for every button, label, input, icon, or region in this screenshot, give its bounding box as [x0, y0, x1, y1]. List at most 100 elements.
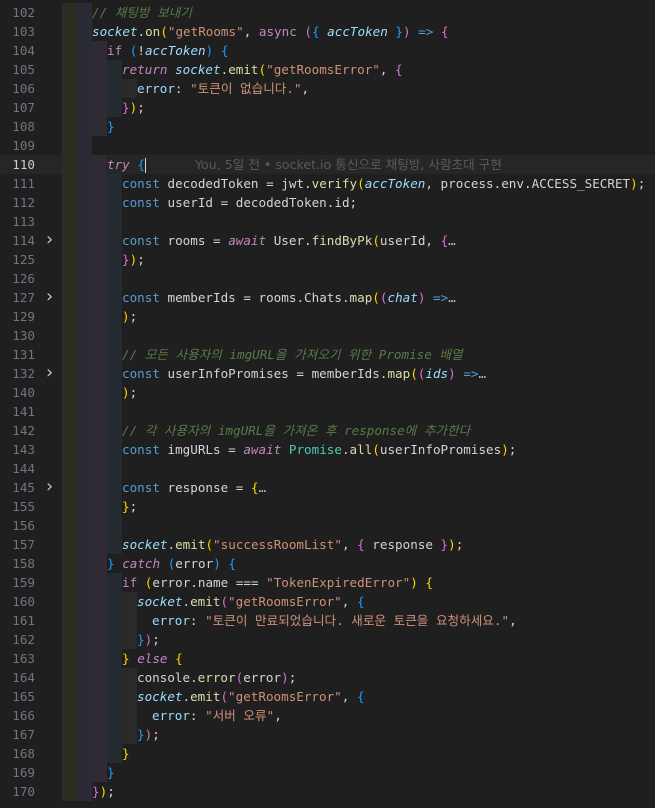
folded-ellipsis[interactable]: … — [448, 290, 456, 305]
code-line[interactable]: 112 const userId = decodedToken.id; — [0, 193, 655, 212]
code-line[interactable]: 157 socket.emit("successRoomList", { resp… — [0, 535, 655, 554]
code-token: } — [122, 100, 130, 115]
code-line[interactable]: 169} — [0, 763, 655, 782]
code-token: async — [258, 24, 297, 39]
code-line[interactable]: 125}); — [0, 250, 655, 269]
code-line[interactable]: 129); — [0, 307, 655, 326]
code-line[interactable]: 160 socket.emit("getRoomsError", { — [0, 592, 655, 611]
gutter: 145 › — [0, 478, 62, 497]
code-text: socket.on("getRooms", async ({ accToken … — [92, 22, 449, 41]
code-line[interactable]: 107}); — [0, 98, 655, 117]
code-line[interactable]: 130 — [0, 326, 655, 345]
gutter: 132 › — [0, 364, 62, 383]
code-token: accToken — [327, 24, 388, 39]
code-line[interactable]: 142 // 각 사용자의 imgURL을 가져온 후 response에 추가한… — [0, 421, 655, 440]
code-line[interactable]: 159 if (error.name === "TokenExpiredError… — [0, 573, 655, 592]
code-line[interactable]: 110 try {You, 5일 전 • socket.io 통신으로 채팅방, … — [0, 155, 655, 174]
code-editor[interactable]: 102// 채팅방 보내기 103 socket.on("getRooms", as… — [0, 0, 655, 808]
code-line[interactable]: 132 › const userInfoPromises = memberIds.m… — [0, 364, 655, 383]
code-token: ; — [152, 632, 160, 647]
line-number: 159 — [12, 575, 35, 590]
line-number: 155 — [12, 499, 35, 514]
fold-chevron-right-icon[interactable]: › — [44, 231, 55, 249]
code-token: try — [107, 157, 130, 172]
code-line[interactable]: 167}); — [0, 725, 655, 744]
code-line[interactable]: 127 › const memberIds = rooms.Chats.map((c… — [0, 288, 655, 307]
gutter: 130 — [0, 326, 62, 345]
line-number: 156 — [12, 518, 35, 533]
code-text: const memberIds = rooms.Chats.map((chat)… — [122, 288, 456, 307]
code-token: : — [189, 708, 206, 723]
line-number: 168 — [12, 746, 35, 761]
code-text: // 채팅방 보내기 — [92, 3, 192, 22]
code-token: memberIds — [167, 290, 236, 305]
code-line[interactable]: 161 error: "토큰이 만료되었습니다. 새로운 토큰을 요청하세요.", — [0, 611, 655, 630]
code-line[interactable]: 103 socket.on("getRooms", async ({ accTok… — [0, 22, 655, 41]
code-token: , — [274, 708, 282, 723]
code-token: { — [440, 24, 449, 39]
code-line[interactable]: 145 › const response = {… — [0, 478, 655, 497]
code-token: ) — [122, 385, 130, 400]
code-line[interactable]: 104 if (!accToken) { — [0, 41, 655, 60]
code-line[interactable]: 108} — [0, 117, 655, 136]
code-line[interactable]: 155}; — [0, 497, 655, 516]
code-line[interactable]: 168} — [0, 744, 655, 763]
code-text: const rooms = await User.findByPk(userId… — [122, 231, 456, 250]
code-token: socket — [175, 62, 221, 77]
code-line[interactable]: 105 return socket.emit("getRoomsError", { — [0, 60, 655, 79]
folded-ellipsis[interactable]: … — [478, 366, 486, 381]
code-line[interactable]: 113 — [0, 212, 655, 231]
code-token: , — [243, 24, 259, 39]
gutter: 163 — [0, 649, 62, 668]
fold-chevron-right-icon[interactable]: › — [44, 288, 55, 306]
fold-chevron-right-icon[interactable]: › — [44, 364, 55, 382]
code-line[interactable]: 131 // 모든 사용자의 imgURL을 가져오기 위한 Promise 배열 — [0, 345, 655, 364]
code-line[interactable]: 165 socket.emit("getRoomsError", { — [0, 687, 655, 706]
code-line[interactable]: 143 const imgURLs = await Promise.all(use… — [0, 440, 655, 459]
code-line[interactable]: 163} else { — [0, 649, 655, 668]
code-token: jwt — [281, 176, 305, 191]
code-line[interactable]: 126 — [0, 269, 655, 288]
code-token: ( — [304, 24, 312, 39]
code-line[interactable]: 170}); — [0, 782, 655, 801]
code-line[interactable]: 109 — [0, 136, 655, 155]
code-token: console — [137, 670, 191, 685]
folded-ellipsis[interactable]: … — [259, 480, 267, 495]
line-number: 132 — [12, 366, 35, 381]
code-token: Chats — [304, 290, 342, 305]
fold-chevron-right-icon[interactable]: › — [44, 478, 55, 496]
code-line[interactable]: 102 // 채팅방 보내기 — [0, 3, 655, 22]
code-line[interactable]: 141 — [0, 402, 655, 421]
code-line[interactable]: 156 — [0, 516, 655, 535]
gutter: 143 — [0, 440, 62, 459]
code-token: ( — [220, 689, 229, 704]
gutter: 114 › — [0, 231, 62, 250]
code-line[interactable]: 162}); — [0, 630, 655, 649]
code-token: emit — [175, 537, 206, 552]
git-blame-annotation[interactable]: You, 5일 전 • socket.io 통신으로 채팅방, 사람초대 구현 — [195, 155, 502, 174]
code-text: console.error(error); — [137, 668, 296, 687]
code-token: . — [182, 594, 191, 609]
code-line[interactable]: 114 › const rooms = await User.findByPk(us… — [0, 231, 655, 250]
code-token: ( — [372, 290, 380, 305]
code-line[interactable]: 164 console.error(error); — [0, 668, 655, 687]
folded-ellipsis[interactable]: … — [448, 233, 456, 248]
code-line[interactable]: 166 error: "서버 오류", — [0, 706, 655, 725]
code-token: = — [235, 290, 259, 305]
code-token: "토큰이 없습니다." — [190, 81, 302, 96]
code-token: ids — [425, 366, 449, 381]
code-line[interactable]: 144 — [0, 459, 655, 478]
line-number: 158 — [12, 556, 35, 571]
code-line[interactable]: 140); — [0, 383, 655, 402]
gutter: 111 — [0, 174, 62, 193]
code-line[interactable]: 158} catch (error) { — [0, 554, 655, 573]
code-line[interactable]: 106 error: "토큰이 없습니다.", — [0, 79, 655, 98]
code-token: => — [433, 290, 449, 305]
gutter: 169 — [0, 763, 62, 782]
code-token: } — [92, 784, 100, 799]
code-token: map — [387, 366, 411, 381]
code-line[interactable]: 111 const decodedToken = jwt.verify(accTo… — [0, 174, 655, 193]
code-token: if — [122, 575, 138, 590]
gutter: 129 — [0, 307, 62, 326]
